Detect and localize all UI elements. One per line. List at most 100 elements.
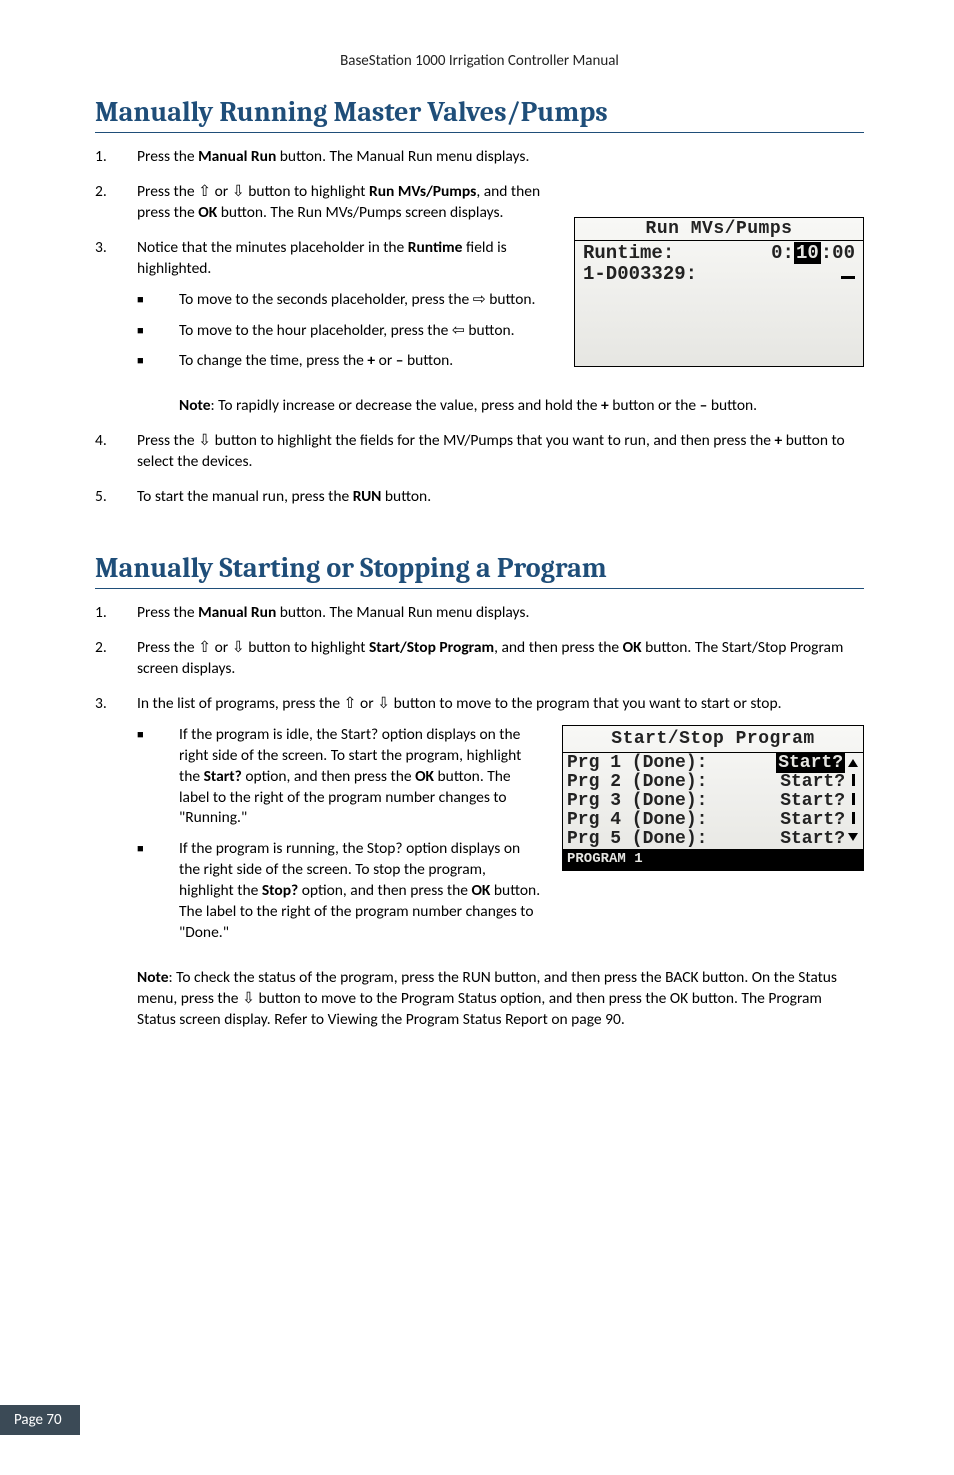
s1-step3-sub2: ■ To move to the hour placeholder, press… xyxy=(137,321,554,342)
t: button to highlight the fields for the M… xyxy=(211,431,774,450)
s2-note: Note: To check the status of the program… xyxy=(137,968,864,1031)
bullet-icon: ■ xyxy=(137,290,179,311)
scrollbar-track-icon xyxy=(852,812,855,824)
t: + xyxy=(367,351,375,370)
arrow-left-icon: ⇦ xyxy=(452,321,465,340)
lcd2-row-left: Prg 4 (Done): xyxy=(567,811,707,830)
lcd2-row: Prg 2 (Done):Start? xyxy=(567,773,859,792)
section-heading-2: Manually Starting or Stopping a Program xyxy=(95,552,864,589)
s1-step5: 5. To start the manual run, press the RU… xyxy=(95,487,864,508)
t: Notice that the minutes placeholder in t… xyxy=(137,238,408,257)
arrow-up-icon: ⇧ xyxy=(198,182,211,201)
t: To move to the seconds placeholder, pres… xyxy=(179,290,473,309)
arrow-down-icon: ⇩ xyxy=(242,989,255,1008)
t: To change the time, press the xyxy=(179,351,367,370)
lcd2-scrollbar-seg xyxy=(847,754,859,773)
lcd1-runtime-value: 0:10:00 xyxy=(771,243,855,264)
t: or xyxy=(357,694,378,713)
lcd1-seconds: :00 xyxy=(821,242,855,264)
t: option, and then press the xyxy=(298,881,471,900)
scrollbar-track-icon xyxy=(852,774,855,786)
t: Manual Run xyxy=(198,147,276,166)
lcd1-minutes-highlighted: 10 xyxy=(794,242,821,264)
lcd2-row: Prg 3 (Done):Start? xyxy=(567,792,859,811)
t: button. xyxy=(707,396,757,415)
s1-step2-num: 2. xyxy=(95,182,137,224)
t: In the list of programs, press the xyxy=(137,694,344,713)
section-heading-1: Manually Running Master Valves/Pumps xyxy=(95,96,864,133)
t: To move to the hour placeholder, press t… xyxy=(179,321,452,340)
note-label: Note xyxy=(137,968,169,987)
t: option, and then press the xyxy=(242,767,415,786)
bullet-icon: ■ xyxy=(137,725,179,830)
lcd-start-stop-program: Start/Stop Program Prg 1 (Done):Start?Pr… xyxy=(562,725,864,871)
lcd1-hours: 0: xyxy=(771,242,794,264)
arrow-up-icon: ⇧ xyxy=(198,638,211,657)
s1-step4-num: 4. xyxy=(95,431,137,473)
t: button or the xyxy=(609,396,700,415)
s2-step3: 3. In the list of programs, press the ⇧ … xyxy=(95,694,864,954)
arrow-down-icon: ⇩ xyxy=(377,694,390,713)
t: button to move to the program that you w… xyxy=(390,694,781,713)
s2-step1-num: 1. xyxy=(95,603,137,624)
lcd2-row-right: Start? xyxy=(776,753,845,773)
s1-step3-num: 3. xyxy=(95,238,137,383)
t: Press the xyxy=(137,147,198,166)
arrow-up-icon: ⇧ xyxy=(344,694,357,713)
lcd2-row-right-wrap: Start? xyxy=(780,811,859,830)
bullet-icon: ■ xyxy=(137,321,179,342)
lcd2-scrollbar-seg xyxy=(847,773,859,792)
t: button. The Manual Run menu displays. xyxy=(276,603,529,622)
doc-header: BaseStation 1000 Irrigation Controller M… xyxy=(95,52,864,70)
t: Press the xyxy=(137,638,198,657)
t: RUN xyxy=(353,487,382,506)
note-label: Note xyxy=(179,396,211,415)
lcd2-row-left: Prg 5 (Done): xyxy=(567,830,707,849)
t: Press the xyxy=(137,182,198,201)
lcd2-row: Prg 1 (Done):Start? xyxy=(567,754,859,773)
lcd-run-mvs-pumps: Run MVs/Pumps Runtime: 0:10:00 1-D003329… xyxy=(574,217,864,367)
lcd2-row-right-wrap: Start? xyxy=(776,754,859,773)
t: Press the xyxy=(137,431,198,450)
t: button. xyxy=(381,487,431,506)
t: Runtime xyxy=(408,238,463,257)
t: : To rapidly increase or decrease the va… xyxy=(211,396,601,415)
lcd2-footer: PROGRAM 1 xyxy=(563,849,863,870)
arrow-right-icon: ⇨ xyxy=(473,290,486,309)
s2-step1: 1. Press the Manual Run button. The Manu… xyxy=(95,603,864,624)
s2-step2: 2. Press the ⇧ or ⇩ button to highlight … xyxy=(95,638,864,680)
scroll-up-icon xyxy=(848,757,858,767)
t: OK xyxy=(415,767,434,786)
lcd1-runtime-label: Runtime: xyxy=(583,243,674,264)
t: button. xyxy=(465,321,515,340)
scrollbar-track-icon xyxy=(852,793,855,805)
s1-step3-sub1: ■ To move to the seconds placeholder, pr… xyxy=(137,290,554,311)
lcd2-row-right-wrap: Start? xyxy=(780,773,859,792)
lcd2-row-right: Start? xyxy=(780,829,845,849)
s2-step2-num: 2. xyxy=(95,638,137,680)
t: button. The Manual Run menu displays. xyxy=(276,147,529,166)
lcd2-row-right-wrap: Start? xyxy=(780,792,859,811)
t: button to highlight xyxy=(245,638,369,657)
s1-step3-sub3: ■ To change the time, press the + or – b… xyxy=(137,351,554,372)
t: or xyxy=(375,351,396,370)
t: To start the manual run, press the xyxy=(137,487,353,506)
t: button. xyxy=(403,351,453,370)
t: Start/Stop Program xyxy=(369,638,494,657)
t: Run MVs/Pumps xyxy=(369,182,476,201)
lcd2-row: Prg 5 (Done): Start? xyxy=(567,830,859,849)
lcd2-scrollbar-seg xyxy=(847,792,859,811)
s1-step2: 2. Press the ⇧ or ⇩ button to highlight … xyxy=(95,182,554,224)
lcd2-title: Start/Stop Program xyxy=(563,726,863,753)
lcd1-device-id: 1-D003329: xyxy=(583,264,697,285)
t: Start? xyxy=(204,767,242,786)
t: button to highlight xyxy=(245,182,369,201)
t: Manual Run xyxy=(198,603,276,622)
scroll-down-icon xyxy=(848,833,858,843)
lcd2-row-right-wrap: Start? xyxy=(780,830,859,849)
lcd2-scrollbar-seg xyxy=(847,830,859,849)
s2-step3-sub2: ■ If the program is running, the Stop? o… xyxy=(137,839,542,944)
arrow-down-icon: ⇩ xyxy=(232,638,245,657)
s1-step5-num: 5. xyxy=(95,487,137,508)
lcd1-device-value xyxy=(841,264,855,285)
